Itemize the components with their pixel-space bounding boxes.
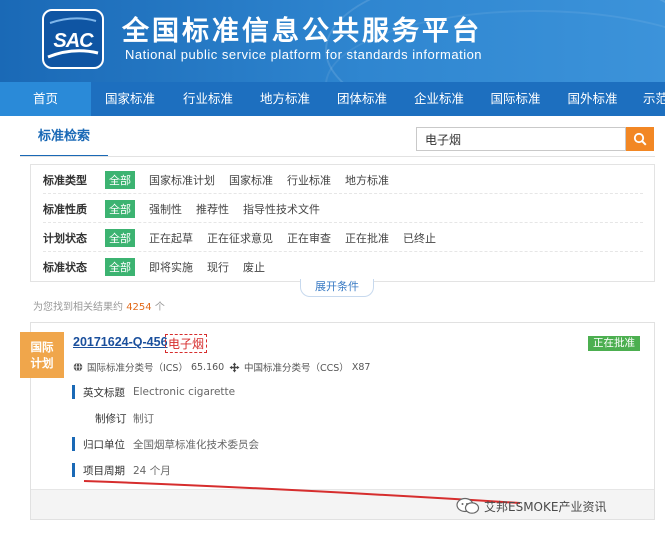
chat-bubble-icon — [456, 497, 480, 514]
annotation-underline — [83, 480, 521, 504]
watermark: 艾邦ESMOKE产业资讯 — [456, 497, 606, 515]
watermark-text: 艾邦ESMOKE产业资讯 — [484, 499, 607, 514]
